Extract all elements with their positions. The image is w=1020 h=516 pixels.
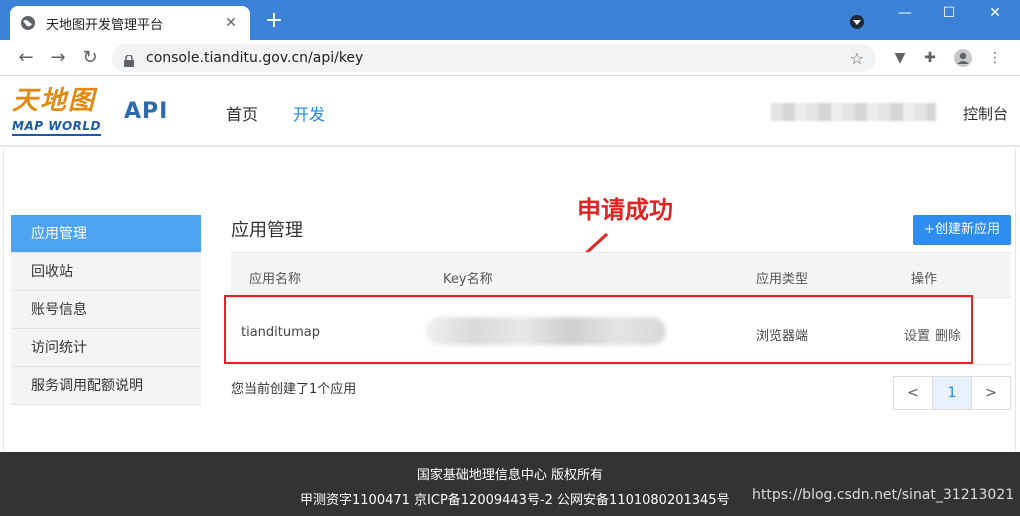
sidebar-item-account-info[interactable]: 账号信息 <box>11 291 201 329</box>
tab-search-icon[interactable] <box>850 15 864 29</box>
site-footer: 国家基础地理信息中心 版权所有 甲测资字1100471 京ICP备1200944… <box>0 452 1020 516</box>
next-page-button[interactable]: > <box>972 377 1010 409</box>
footer-licenses: 甲测资字1100471 京ICP备12009443号-2 公网安备1101080… <box>300 493 730 508</box>
pagination: < 1 > <box>893 376 1011 410</box>
back-arrow-icon[interactable]: ← <box>16 48 36 68</box>
blurred-username <box>771 103 936 121</box>
table-header: 应用名称 Key名称 应用类型 操作 <box>231 252 1011 298</box>
prev-page-button[interactable]: < <box>894 377 933 409</box>
lock-icon <box>124 52 134 67</box>
url-text: console.tianditu.gov.cn/api/key <box>146 50 364 66</box>
sidebar-item-recycle-bin[interactable]: 回收站 <box>11 253 201 291</box>
column-header: 操作 <box>911 272 938 287</box>
profile-avatar-icon[interactable] <box>953 48 973 68</box>
forward-arrow-icon[interactable]: → <box>48 48 68 68</box>
puzzle-icon[interactable]: ✚ <box>920 48 940 68</box>
globe-icon <box>20 15 36 31</box>
api-label: API <box>124 99 169 124</box>
site-header: 天地图 MAP WORLD API 首页 开发 控制台 <box>0 77 1020 147</box>
browser-tab-bar: 天地图开发管理平台 ✕ + — ☐ ✕ <box>0 0 1020 40</box>
extension-v-icon[interactable]: ▼ <box>890 48 910 68</box>
footer-copyright: 国家基础地理信息中心 版权所有 <box>416 468 604 483</box>
reload-icon[interactable]: ↻ <box>80 48 100 68</box>
tab-title: 天地图开发管理平台 <box>46 17 164 33</box>
sidebar-item-quota-info[interactable]: 服务调用配额说明 <box>11 367 201 405</box>
create-app-button[interactable]: +创建新应用 <box>913 215 1011 245</box>
logo-english: MAP WORLD <box>12 119 101 136</box>
column-header: Key名称 <box>443 272 493 287</box>
sidebar-item-access-stats[interactable]: 访问统计 <box>11 329 201 367</box>
watermark: https://blog.csdn.net/sinat_31213021 <box>752 487 1015 503</box>
sidebar-item-app-management[interactable]: 应用管理 <box>11 215 201 253</box>
console-link[interactable]: 控制台 <box>963 103 1008 124</box>
app-count-summary: 您当前创建了1个应用 <box>231 382 357 397</box>
new-tab-button[interactable]: + <box>262 10 286 34</box>
sidebar: 应用管理 回收站 账号信息 访问统计 服务调用配额说明 <box>11 215 201 405</box>
browser-tab[interactable]: 天地图开发管理平台 ✕ <box>10 6 250 40</box>
logo-chinese: 天地图 <box>12 86 97 116</box>
more-menu-icon[interactable]: ⋮ <box>985 48 1005 68</box>
column-header: 应用名称 <box>249 272 302 287</box>
highlight-box <box>224 295 973 364</box>
browser-toolbar: ← → ↻ console.tianditu.gov.cn/api/key ☆ … <box>0 40 1020 76</box>
close-tab-icon[interactable]: ✕ <box>222 15 240 31</box>
bookmark-star-icon[interactable]: ☆ <box>850 49 864 68</box>
column-header: 应用类型 <box>756 272 809 287</box>
nav-home[interactable]: 首页 <box>226 101 258 125</box>
maximize-button[interactable]: ☐ <box>934 4 964 24</box>
page-title: 应用管理 <box>231 220 303 241</box>
current-page-button[interactable]: 1 <box>933 377 972 409</box>
site-logo[interactable]: 天地图 MAP WORLD <box>12 87 107 139</box>
address-bar[interactable]: console.tianditu.gov.cn/api/key ☆ <box>112 44 876 72</box>
minimize-button[interactable]: — <box>890 4 920 24</box>
close-window-button[interactable]: ✕ <box>980 4 1010 24</box>
nav-develop[interactable]: 开发 <box>293 101 325 125</box>
success-annotation: 申请成功 <box>577 196 673 224</box>
